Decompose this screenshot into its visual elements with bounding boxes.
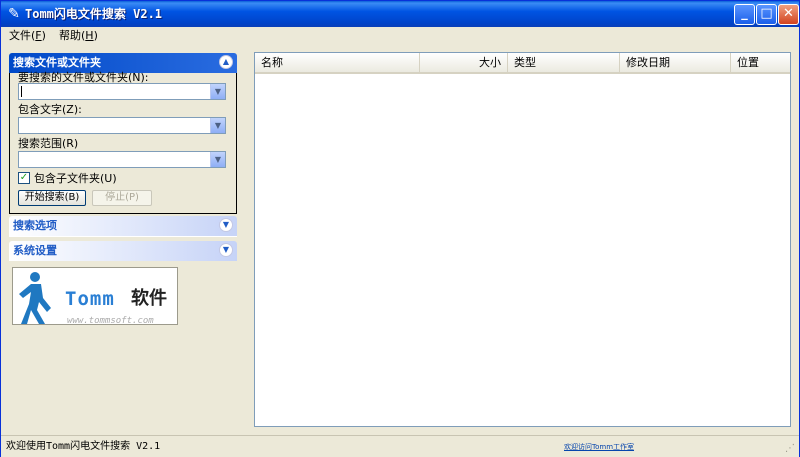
- status-message: 欢迎使用Tomm闪电文件搜索 V2.1: [6, 441, 161, 452]
- close-button[interactable]: ✕: [778, 4, 799, 25]
- column-header-size[interactable]: 大小: [420, 53, 508, 72]
- chevron-down-icon[interactable]: ▼: [219, 243, 233, 257]
- options-panel-title: 搜索选项: [13, 219, 57, 232]
- logo-url: www.tommsoft.com: [67, 316, 154, 325]
- minimize-button[interactable]: _: [734, 4, 755, 25]
- text-caret: [21, 86, 22, 97]
- app-window: ✎ Tomm闪电文件搜索 V2.1 _ □ ✕ 文件(F) 帮助(H) 搜索文件…: [0, 0, 800, 457]
- size-grip-icon[interactable]: ⋰: [785, 443, 797, 455]
- search-panel-header[interactable]: 搜索文件或文件夹 ▲: [9, 53, 237, 73]
- column-header-type[interactable]: 类型: [508, 53, 620, 72]
- range-combo[interactable]: ▼: [18, 151, 226, 168]
- maximize-button[interactable]: □: [756, 4, 777, 25]
- combo-arrow-icon[interactable]: ▼: [210, 84, 225, 99]
- combo-arrow-icon[interactable]: ▼: [210, 118, 225, 133]
- name-combo[interactable]: ▼: [18, 83, 226, 100]
- combo-arrow-icon[interactable]: ▼: [210, 152, 225, 167]
- column-header-location[interactable]: 位置: [731, 53, 790, 72]
- app-icon: ✎: [8, 6, 20, 22]
- logo-banner: Tomm 软件 www.tommsoft.com: [12, 267, 178, 325]
- include-subfolders-label[interactable]: 包含子文件夹(U): [34, 172, 117, 185]
- status-link[interactable]: 欢迎访问Tomm工作室: [564, 442, 634, 452]
- settings-panel-title: 系统设置: [13, 244, 57, 257]
- checkbox-check-icon: ✓: [19, 172, 29, 183]
- search-panel-body: 要搜索的文件或文件夹(N): ▼ 包含文字(Z): ▼ 搜索范围(R) ▼ ✓ …: [9, 71, 237, 214]
- logo-suffix: 软件: [131, 288, 167, 309]
- stop-button[interactable]: 停止(P): [92, 190, 152, 206]
- minimize-icon: _: [741, 6, 748, 21]
- menu-file[interactable]: 文件(F): [9, 29, 46, 43]
- divider: [9, 236, 237, 237]
- results-header: 名称 大小 类型 修改日期 位置: [255, 53, 790, 74]
- contains-label: 包含文字(Z):: [18, 103, 82, 116]
- chevron-up-icon[interactable]: ▲: [219, 55, 233, 69]
- chevron-down-icon[interactable]: ▼: [219, 218, 233, 232]
- search-panel-title: 搜索文件或文件夹: [13, 56, 101, 69]
- close-icon: ✕: [783, 6, 794, 21]
- range-label: 搜索范围(R): [18, 137, 79, 150]
- results-list[interactable]: 名称 大小 类型 修改日期 位置: [254, 52, 791, 427]
- logo-brand: Tomm: [65, 288, 115, 310]
- menu-help[interactable]: 帮助(H): [59, 29, 98, 43]
- title-bar[interactable]: ✎ Tomm闪电文件搜索 V2.1 _ □ ✕: [1, 1, 799, 27]
- status-bar: 欢迎使用Tomm闪电文件搜索 V2.1 欢迎访问Tomm工作室 ⋰: [1, 435, 799, 457]
- include-subfolders-checkbox[interactable]: ✓: [18, 172, 30, 184]
- options-panel-header[interactable]: 搜索选项 ▼: [9, 216, 237, 236]
- column-header-modified[interactable]: 修改日期: [620, 53, 731, 72]
- maximize-icon: □: [760, 6, 773, 21]
- window-title: Tomm闪电文件搜索 V2.1: [25, 7, 163, 21]
- menu-bar: 文件(F) 帮助(H): [1, 27, 799, 45]
- settings-panel-header[interactable]: 系统设置 ▼: [9, 241, 237, 261]
- start-search-button[interactable]: 开始搜索(B): [18, 190, 86, 206]
- column-header-name[interactable]: 名称: [255, 53, 420, 72]
- contains-combo[interactable]: ▼: [18, 117, 226, 134]
